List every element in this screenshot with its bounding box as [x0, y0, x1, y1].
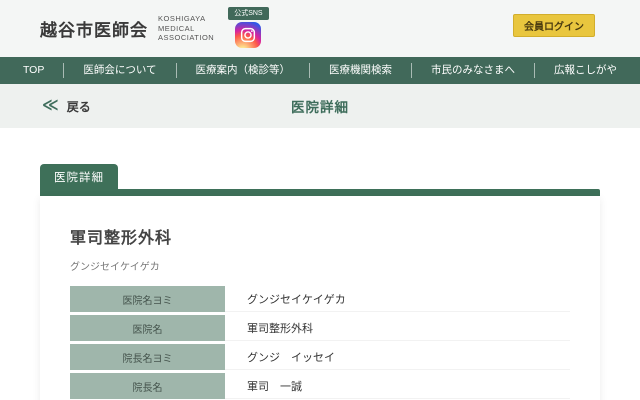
clinic-detail-table: 医院名ヨミ グンジセイケイゲカ 医院名 軍司整形外科 院長名ヨミ グンジ イッセ…: [70, 286, 570, 400]
clinic-name: 軍司整形外科: [70, 224, 570, 248]
logo-text-japanese: 越谷市医師会: [40, 16, 148, 41]
site-logo[interactable]: 越谷市医師会 KOSHIGAYA MEDICAL ASSOCIATION: [40, 14, 214, 43]
nav-item-about[interactable]: 医師会について: [63, 63, 175, 78]
table-row: 医院名ヨミ グンジセイケイゲカ: [70, 286, 570, 312]
logo-en-line3: ASSOCIATION: [158, 33, 214, 43]
logo-text-english: KOSHIGAYA MEDICAL ASSOCIATION: [158, 14, 214, 43]
section-divider-bar: [40, 189, 600, 196]
nav-item-top[interactable]: TOP: [4, 63, 63, 78]
page-title: 医院詳細: [291, 96, 349, 116]
back-link[interactable]: ≪ 戻る: [42, 98, 91, 115]
row-label-clinic-name: 医院名: [70, 315, 225, 341]
official-sns-block: 公式SNS: [228, 7, 268, 48]
subheader-bar: ≪ 戻る 医院詳細: [0, 84, 640, 128]
table-row: 医院名 軍司整形外科: [70, 315, 570, 341]
logo-en-line2: MEDICAL: [158, 24, 214, 34]
back-label: 戻る: [67, 98, 91, 115]
clinic-name-kana: グンジセイケイゲカ: [70, 258, 570, 273]
row-value-director-name-kana: グンジ イッセイ: [225, 344, 570, 370]
global-nav: TOP 医師会について 医療案内（検診等） 医療機関検索 市民のみなさまへ 広報…: [0, 57, 640, 84]
nav-item-institution-search[interactable]: 医療機関検索: [309, 63, 411, 78]
row-label-director-name: 院長名: [70, 373, 225, 399]
back-chevron-icon: ≪: [42, 98, 59, 114]
clinic-detail-card: 軍司整形外科 グンジセイケイゲカ 医院名ヨミ グンジセイケイゲカ 医院名 軍司整…: [40, 196, 600, 400]
row-value-clinic-name: 軍司整形外科: [225, 315, 570, 341]
main-content: 医院詳細 軍司整形外科 グンジセイケイゲカ 医院名ヨミ グンジセイケイゲカ 医院…: [0, 128, 640, 400]
nav-item-for-citizens[interactable]: 市民のみなさまへ: [411, 63, 534, 78]
row-label-director-name-kana: 院長名ヨミ: [70, 344, 225, 370]
table-row: 院長名 軍司 一誠: [70, 373, 570, 399]
table-row: 院長名ヨミ グンジ イッセイ: [70, 344, 570, 370]
instagram-icon[interactable]: [235, 22, 261, 48]
row-label-clinic-name-kana: 医院名ヨミ: [70, 286, 225, 312]
member-login-button[interactable]: 会員ログイン: [513, 14, 595, 37]
site-header: 越谷市医師会 KOSHIGAYA MEDICAL ASSOCIATION 公式S…: [0, 0, 640, 57]
nav-item-medical-info[interactable]: 医療案内（検診等）: [176, 63, 310, 78]
logo-en-line1: KOSHIGAYA: [158, 14, 214, 24]
row-value-clinic-name-kana: グンジセイケイゲカ: [225, 286, 570, 312]
row-value-director-name: 軍司 一誠: [225, 373, 570, 399]
section-tab-clinic-detail: 医院詳細: [40, 164, 118, 189]
sns-badge: 公式SNS: [228, 7, 268, 20]
nav-item-pr-koshigaya[interactable]: 広報こしがや: [534, 63, 636, 78]
